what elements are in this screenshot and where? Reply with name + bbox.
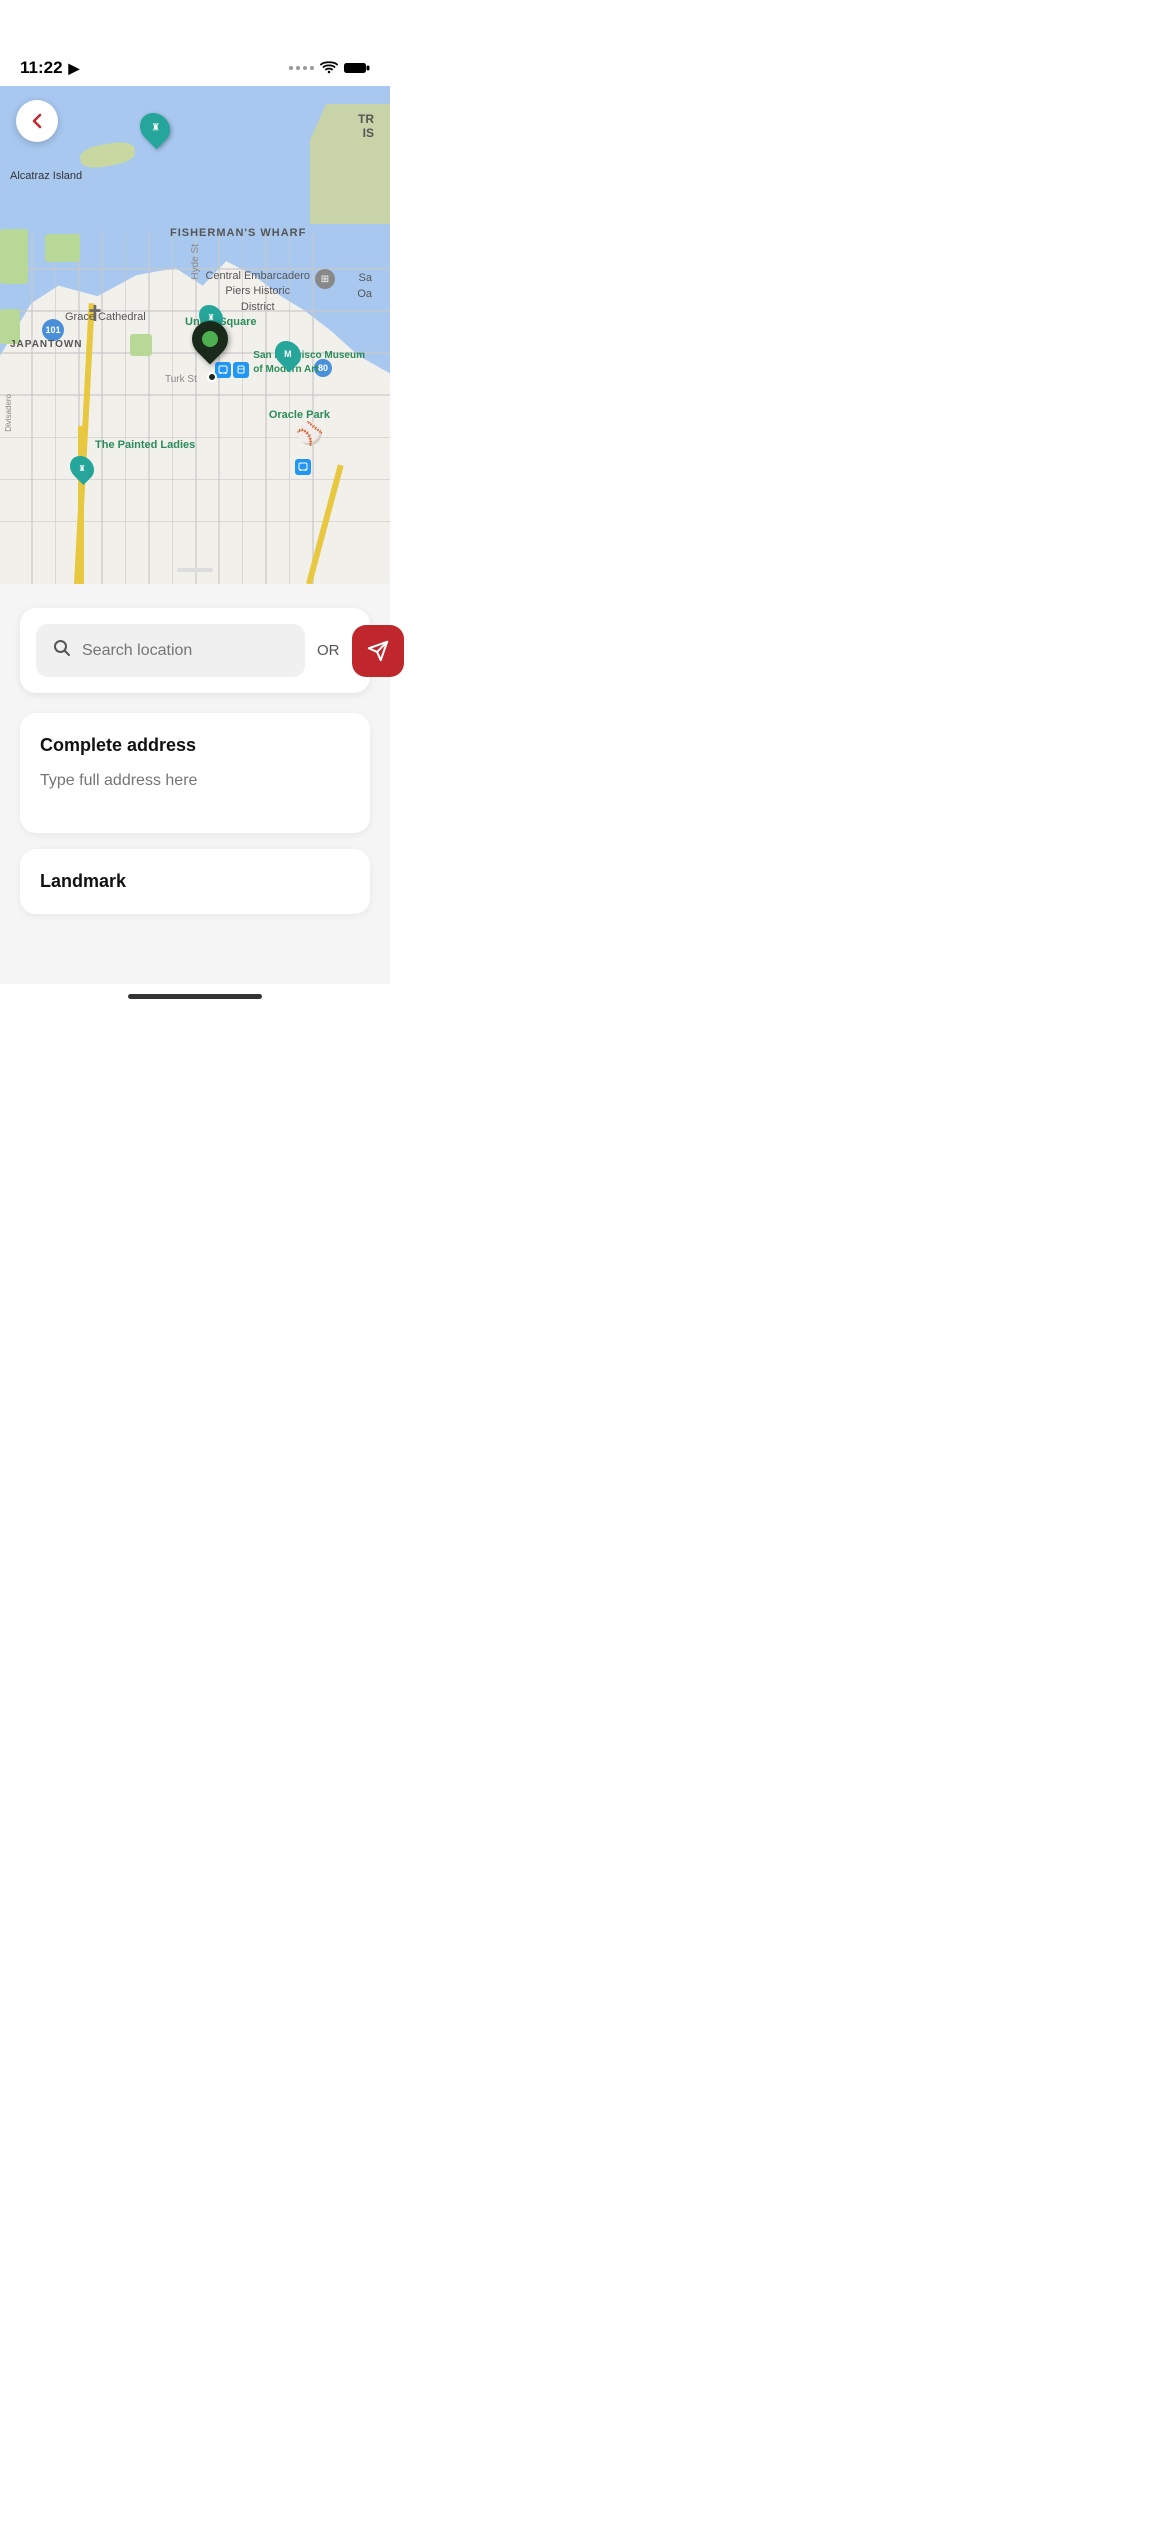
navigation-icon	[367, 640, 389, 662]
oracle-park-pin: ⚾	[296, 421, 323, 447]
status-time: 11:22 ▶	[20, 58, 79, 78]
search-container: OR	[20, 608, 370, 693]
search-input-wrapper[interactable]	[36, 624, 305, 677]
use-location-button[interactable]	[352, 625, 404, 677]
navigation-arrow-icon: ▶	[69, 60, 80, 77]
park-area-2	[0, 309, 20, 344]
selected-location-pin	[192, 321, 228, 357]
landmark-card-title: Landmark	[40, 871, 350, 892]
bus-pin	[215, 362, 231, 378]
bridge-icon: ⊞	[315, 269, 335, 289]
search-input[interactable]	[82, 642, 289, 660]
address-card-title: Complete address	[40, 735, 350, 756]
transit-pins	[215, 362, 249, 378]
landmark-card: Landmark	[20, 849, 370, 914]
park-area-4	[130, 334, 152, 356]
park-area-3	[45, 234, 80, 262]
train-pin	[233, 362, 249, 378]
highway-80-badge: 80	[314, 359, 332, 377]
status-bar: 11:22 ▶	[0, 44, 390, 86]
sfmoma-pin	[276, 340, 300, 368]
alcatraz-map-pin	[141, 112, 169, 144]
location-dot	[207, 372, 217, 382]
or-divider-text: OR	[317, 642, 340, 659]
back-arrow-icon	[28, 112, 46, 130]
map-view[interactable]: 101 80 ⊞ Alcatraz Island FISHERMAN'S WHA…	[0, 44, 390, 584]
status-icons	[289, 61, 370, 75]
park-area-1	[0, 229, 28, 284]
highway-101-badge: 101	[42, 319, 64, 341]
treasure-island	[310, 104, 390, 224]
home-indicator	[128, 994, 262, 999]
drag-handle[interactable]	[177, 568, 213, 572]
grace-cathedral-pin: ✝	[86, 301, 104, 327]
bottom-sheet: OR Complete address Landmark	[0, 584, 390, 984]
wifi-icon	[320, 61, 338, 75]
search-icon	[52, 638, 72, 663]
signal-dots-icon	[289, 66, 314, 70]
oracle-transit-pin	[295, 459, 311, 475]
back-button[interactable]	[16, 100, 58, 142]
complete-address-card: Complete address	[20, 713, 370, 833]
address-input[interactable]	[40, 772, 350, 790]
painted-ladies-pin	[70, 454, 94, 482]
battery-icon	[344, 61, 370, 75]
